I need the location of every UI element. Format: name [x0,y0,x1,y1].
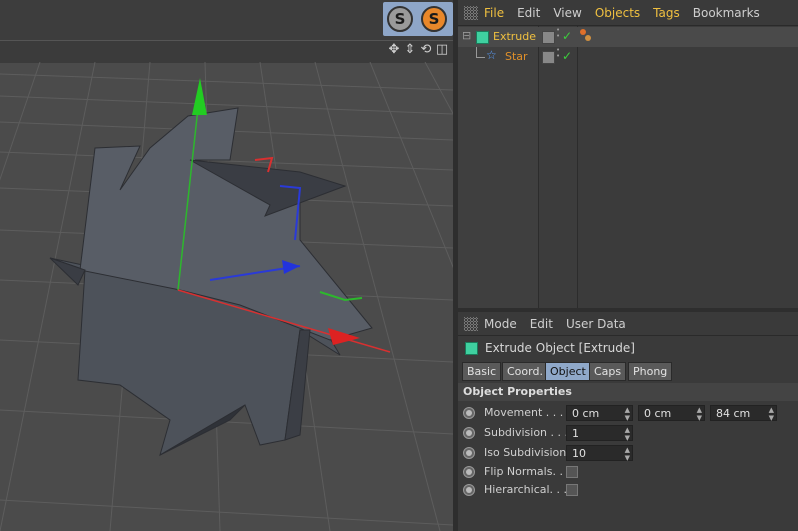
prop-label: Movement . . . [484,406,564,419]
object-name-column [458,26,539,308]
animate-radio-icon[interactable] [463,447,475,459]
dolly-view-icon[interactable]: ⇕ [403,43,417,57]
tag-icon[interactable] [580,29,586,35]
menu-edit[interactable]: Edit [530,317,553,331]
object-name[interactable]: Extrude [493,30,536,43]
tab-object[interactable]: Object [545,362,591,381]
object-row-star[interactable]: ☆ Star • • ✓ [458,47,798,67]
tag-icon-secondary[interactable] [585,35,591,41]
tab-caps[interactable]: Caps [589,362,627,381]
movement-x-field[interactable]: 0 cm ▲ ▼ [566,405,633,422]
animate-radio-icon[interactable] [463,407,475,419]
hierarchical-row: Hierarchical. . . [458,480,798,500]
tab-phong[interactable]: Phong [628,362,673,381]
hierarchical-checkbox[interactable] [566,484,578,496]
enabled-check-icon[interactable]: ✓ [562,29,572,43]
extrude-icon [465,342,478,355]
menu-bookmarks[interactable]: Bookmarks [693,6,760,20]
menu-user-data[interactable]: User Data [566,317,626,331]
object-row-extrude[interactable]: ⊟ Extrude • • ✓ [458,27,798,47]
viewport[interactable]: S S ✥ ⇕ ⟲ ◫ [0,0,453,531]
enabled-check-icon[interactable]: ✓ [562,49,572,63]
flip-normals-row: Flip Normals. . [458,462,798,482]
section-header: Object Properties [458,383,798,401]
movement-y-field[interactable]: 0 cm ▲ ▼ [638,405,705,422]
move-view-icon[interactable]: ✥ [387,43,401,57]
extrude-object [49,107,373,457]
rotate-view-icon[interactable]: ⟲ [419,43,433,57]
prop-label: Iso Subdivision [484,446,567,459]
object-name[interactable]: Star [505,50,528,63]
3d-scene[interactable] [0,62,453,531]
animate-radio-icon[interactable] [463,484,475,496]
animate-radio-icon[interactable] [463,466,475,478]
collapse-icon[interactable]: ⊟ [462,29,471,42]
y-axis-handle [192,78,207,115]
subdivision-field[interactable]: 1 ▲ ▼ [566,425,633,442]
solo-off-button[interactable]: S [387,6,413,32]
layer-icon[interactable] [542,31,555,44]
attribute-manager-menubar: Mode Edit User Data [458,312,798,336]
object-title: Extrude Object [Extrude] [485,341,635,355]
object-manager: File Edit View Objects Tags Bookmarks ⊟ … [458,0,798,308]
menu-mode[interactable]: Mode [484,317,517,331]
star-icon: ☆ [486,48,497,62]
object-tags-column [578,26,798,308]
object-visibility-column [539,26,578,308]
prop-label: Hierarchical. . . [484,483,568,496]
movement-z-field[interactable]: 84 cm ▲ ▼ [710,405,777,422]
menu-view[interactable]: View [553,6,581,20]
tree-line [476,47,485,58]
extrude-icon [476,31,489,44]
prop-label: Flip Normals. . [484,465,563,478]
layout-view-icon[interactable]: ◫ [435,43,449,57]
visibility-dots-icon[interactable]: • • [556,47,560,60]
object-manager-menubar: File Edit View Objects Tags Bookmarks [458,0,798,26]
grip-icon[interactable] [464,5,478,20]
movement-row: Movement . . . 0 cm ▲ ▼ 0 cm ▲ ▼ 84 cm ▲ ▼ [458,403,798,423]
viewport-nav-bar [0,40,453,63]
menu-edit[interactable]: Edit [517,6,540,20]
iso-subdivision-row: Iso Subdivision 10 ▲ ▼ [458,443,798,463]
visibility-dots-icon[interactable]: • • [556,27,560,40]
flip-normals-checkbox[interactable] [566,466,578,478]
menu-tags[interactable]: Tags [653,6,680,20]
solo-buttons-group: S S [383,2,453,36]
menu-objects[interactable]: Objects [595,6,640,20]
section-title: Object Properties [463,385,572,398]
layer-icon[interactable] [542,51,555,64]
grip-icon[interactable] [464,316,478,331]
animate-radio-icon[interactable] [463,427,475,439]
tab-coord[interactable]: Coord. [502,362,548,381]
solo-on-button[interactable]: S [421,6,447,32]
prop-label: Subdivision . . . [484,426,569,439]
subdivision-row: Subdivision . . . 1 ▲ ▼ [458,423,798,443]
tab-basic[interactable]: Basic [462,362,502,381]
menu-file[interactable]: File [484,6,504,20]
iso-subdivision-field[interactable]: 10 ▲ ▼ [566,445,633,462]
